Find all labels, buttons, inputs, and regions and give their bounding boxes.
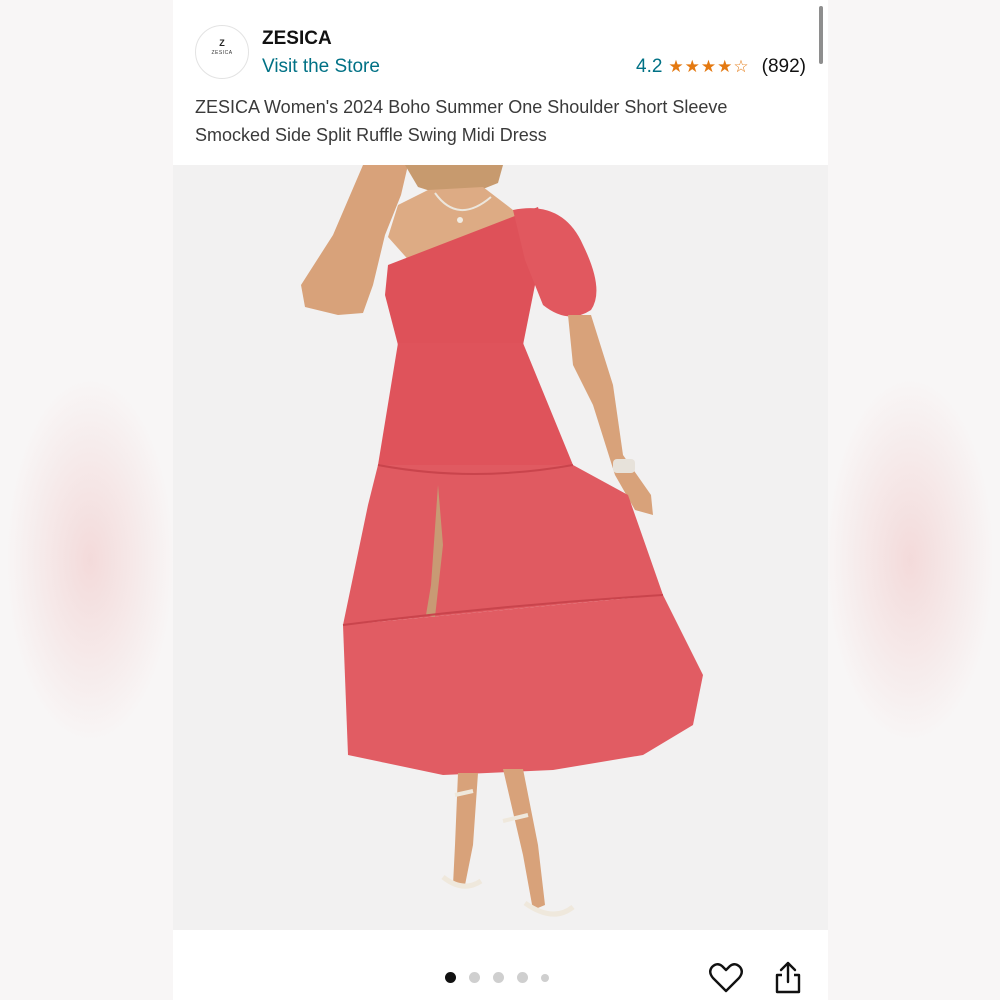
visit-store-link[interactable]: Visit the Store <box>262 56 380 78</box>
product-screen: Z ZESICA ZESICA Visit the Store 4.2 ★★★★… <box>173 0 828 1000</box>
carousel-dot[interactable] <box>493 972 504 983</box>
carousel-dot[interactable] <box>541 973 549 982</box>
carousel-dot[interactable] <box>517 972 528 983</box>
product-header: Z ZESICA ZESICA Visit the Store 4.2 ★★★★… <box>173 0 828 165</box>
share-icon[interactable] <box>770 960 806 996</box>
carousel-dots[interactable] <box>445 972 562 983</box>
rating-count: (892) <box>761 56 806 77</box>
logo-mark: Z <box>219 38 225 48</box>
brand-logo[interactable]: Z ZESICA <box>195 25 249 79</box>
logo-text: ZESICA <box>211 50 233 56</box>
star-rating-icon: ★★★★☆ <box>668 57 749 77</box>
image-footer <box>173 930 828 1000</box>
brand-name: ZESICA <box>262 28 332 49</box>
rating-summary[interactable]: 4.2 ★★★★☆ (892) <box>636 56 806 78</box>
heart-icon[interactable] <box>708 960 744 996</box>
product-image[interactable] <box>173 165 828 930</box>
carousel-dot[interactable] <box>469 972 480 983</box>
half-star-icon: ☆ <box>733 57 750 76</box>
carousel-dot[interactable] <box>445 972 456 983</box>
product-title: ZESICA Women's 2024 Boho Summer One Shou… <box>195 97 728 145</box>
dress-photo <box>173 165 828 930</box>
rating-value: 4.2 <box>636 56 663 77</box>
filled-stars: ★★★★ <box>668 57 734 76</box>
